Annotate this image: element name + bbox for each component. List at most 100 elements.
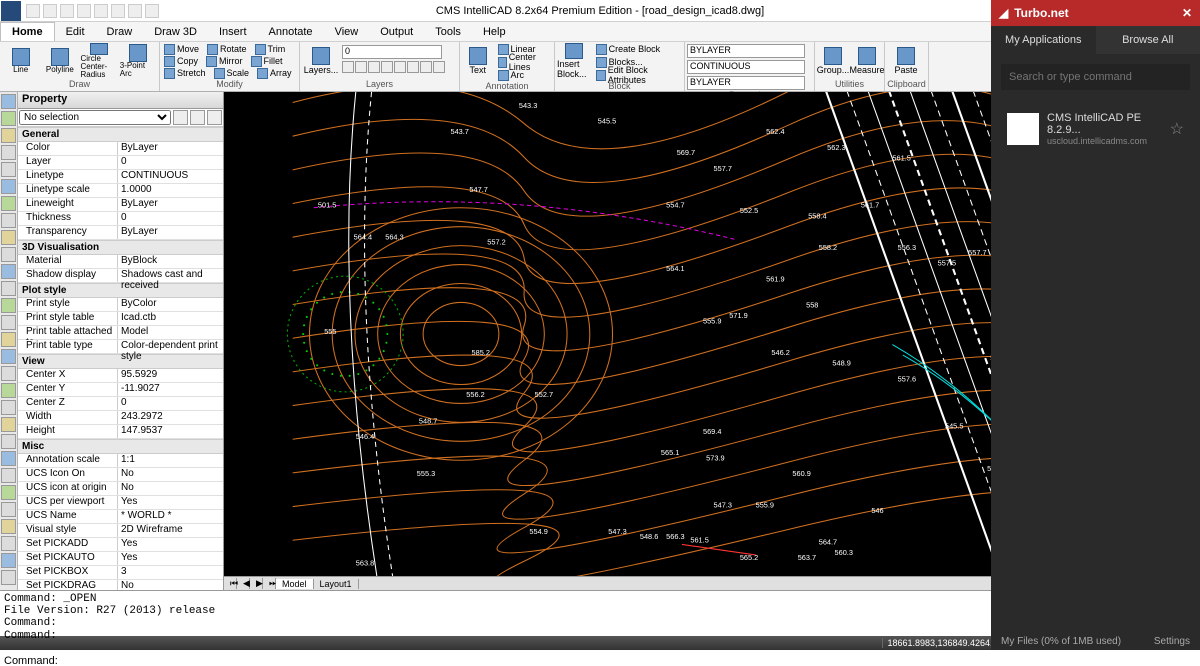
qat-button[interactable] (145, 4, 159, 18)
turbo-tab-myapps[interactable]: My Applications (991, 26, 1096, 54)
menu-tab-tools[interactable]: Tools (424, 22, 472, 41)
prop-value[interactable]: No (118, 580, 223, 590)
tool-button[interactable] (1, 230, 16, 245)
prop-value[interactable]: 95.5929 (118, 369, 223, 382)
prop-value[interactable]: Yes (118, 538, 223, 551)
prop-value[interactable]: 0 (118, 156, 223, 169)
prop-row[interactable]: MaterialByBlock (18, 255, 223, 269)
line-button[interactable]: Line (2, 43, 39, 79)
trim-button[interactable]: Trim (253, 43, 288, 55)
system-menu-icon[interactable] (1, 1, 21, 21)
property-dropdown[interactable]: CONTINUOUS (687, 60, 805, 74)
tool-button[interactable] (1, 332, 16, 347)
qat-button[interactable] (94, 4, 108, 18)
tool-button[interactable] (1, 366, 16, 381)
turbo-app-star-icon[interactable]: ☆ (1170, 119, 1184, 139)
tool-button[interactable] (1, 145, 16, 160)
prop-value[interactable]: Icad.ctb (118, 312, 223, 325)
prop-value[interactable]: 2D Wireframe (118, 524, 223, 537)
prop-row[interactable]: Annotation scale1:1 (18, 454, 223, 468)
tab-layout1[interactable]: Layout1 (314, 579, 359, 589)
tool-button[interactable] (1, 298, 16, 313)
prop-row[interactable]: Set PICKDRAGNo (18, 580, 223, 590)
prop-value[interactable]: 1.0000 (118, 184, 223, 197)
prop-value[interactable]: 147.9537 (118, 425, 223, 438)
tool-button[interactable] (1, 570, 16, 585)
tool-button[interactable] (1, 213, 16, 228)
tab-nav-prev[interactable]: ◀ (237, 578, 250, 589)
prop-value[interactable]: ByLayer (118, 226, 223, 239)
prop-value[interactable]: Yes (118, 552, 223, 565)
tab-nav-first[interactable]: ⏮ (224, 578, 237, 589)
menu-tab-view[interactable]: View (324, 22, 370, 41)
layer-tool-button[interactable] (381, 61, 393, 73)
tool-button[interactable] (1, 94, 16, 109)
arc-button[interactable]: Arc (496, 69, 552, 81)
menu-tab-edit[interactable]: Edit (55, 22, 96, 41)
prop-row[interactable]: Thickness0 (18, 212, 223, 226)
prop-value[interactable]: Color-dependent print style (118, 340, 223, 353)
menu-tab-output[interactable]: Output (369, 22, 424, 41)
prop-row[interactable]: Center X95.5929 (18, 369, 223, 383)
tool-button[interactable] (1, 315, 16, 330)
menu-tab-annotate[interactable]: Annotate (258, 22, 324, 41)
group-button[interactable]: Group... (817, 43, 849, 79)
prop-value[interactable]: No (118, 482, 223, 495)
mirror-button[interactable]: Mirror (204, 55, 245, 67)
prop-value[interactable]: ByBlock (118, 255, 223, 268)
prop-value[interactable]: Model (118, 326, 223, 339)
prop-row[interactable]: Print table typeColor-dependent print st… (18, 340, 223, 354)
layer-tool-button[interactable] (420, 61, 432, 73)
tool-button[interactable] (1, 502, 16, 517)
prop-value[interactable]: -11.9027 (118, 383, 223, 396)
turbo-close-icon[interactable]: ✕ (1182, 6, 1192, 20)
prop-row[interactable]: UCS per viewportYes (18, 496, 223, 510)
prop-group-3d-visualisation[interactable]: 3D Visualisation (18, 240, 223, 255)
menu-tab-help[interactable]: Help (472, 22, 517, 41)
prop-row[interactable]: Print styleByColor (18, 298, 223, 312)
tool-button[interactable] (1, 553, 16, 568)
tool-button[interactable] (1, 281, 16, 296)
move-button[interactable]: Move (162, 43, 201, 55)
tool-button[interactable] (1, 468, 16, 483)
prop-row[interactable]: UCS Name* WORLD * (18, 510, 223, 524)
layer-tool-button[interactable] (394, 61, 406, 73)
tool-button[interactable] (1, 485, 16, 500)
prop-value[interactable]: 1:1 (118, 454, 223, 467)
prop-value[interactable]: ByLayer (118, 198, 223, 211)
qat-button[interactable] (26, 4, 40, 18)
tool-button[interactable] (1, 400, 16, 415)
tool-button[interactable] (1, 519, 16, 534)
selection-dropdown[interactable]: No selection (19, 110, 171, 125)
turbo-footer-files[interactable]: My Files (0% of 1MB used) (1001, 636, 1121, 647)
layer-dropdown[interactable]: 0 (342, 45, 442, 59)
layer-tool-button[interactable] (342, 61, 354, 73)
tool-button[interactable] (1, 128, 16, 143)
tab-nav-last[interactable]: ⏭ (263, 578, 276, 589)
prop-btn3[interactable] (207, 110, 222, 125)
property-dropdown[interactable]: BYLAYER (687, 44, 805, 58)
tool-button[interactable] (1, 247, 16, 262)
prop-row[interactable]: Center Z0 (18, 397, 223, 411)
tool-button[interactable] (1, 196, 16, 211)
tool-button[interactable] (1, 383, 16, 398)
rotate-button[interactable]: Rotate (205, 43, 249, 55)
prop-row[interactable]: TransparencyByLayer (18, 226, 223, 240)
prop-btn2[interactable] (190, 110, 205, 125)
menu-tab-home[interactable]: Home (0, 22, 55, 41)
prop-row[interactable]: UCS Icon OnNo (18, 468, 223, 482)
tool-button[interactable] (1, 264, 16, 279)
layer-tool-button[interactable] (433, 61, 445, 73)
prop-row[interactable]: Height147.9537 (18, 425, 223, 439)
prop-group-misc[interactable]: Misc (18, 439, 223, 454)
qat-button[interactable] (111, 4, 125, 18)
tool-button[interactable] (1, 434, 16, 449)
menu-tab-draw3d[interactable]: Draw 3D (143, 22, 208, 41)
tool-button[interactable] (1, 111, 16, 126)
prop-row[interactable]: Set PICKBOX3 (18, 566, 223, 580)
turbo-tab-browse[interactable]: Browse All (1096, 26, 1200, 54)
prop-row[interactable]: UCS icon at originNo (18, 482, 223, 496)
layer-tool-button[interactable] (355, 61, 367, 73)
prop-row[interactable]: Print table attached toModel (18, 326, 223, 340)
prop-row[interactable]: Set PICKADDYes (18, 538, 223, 552)
